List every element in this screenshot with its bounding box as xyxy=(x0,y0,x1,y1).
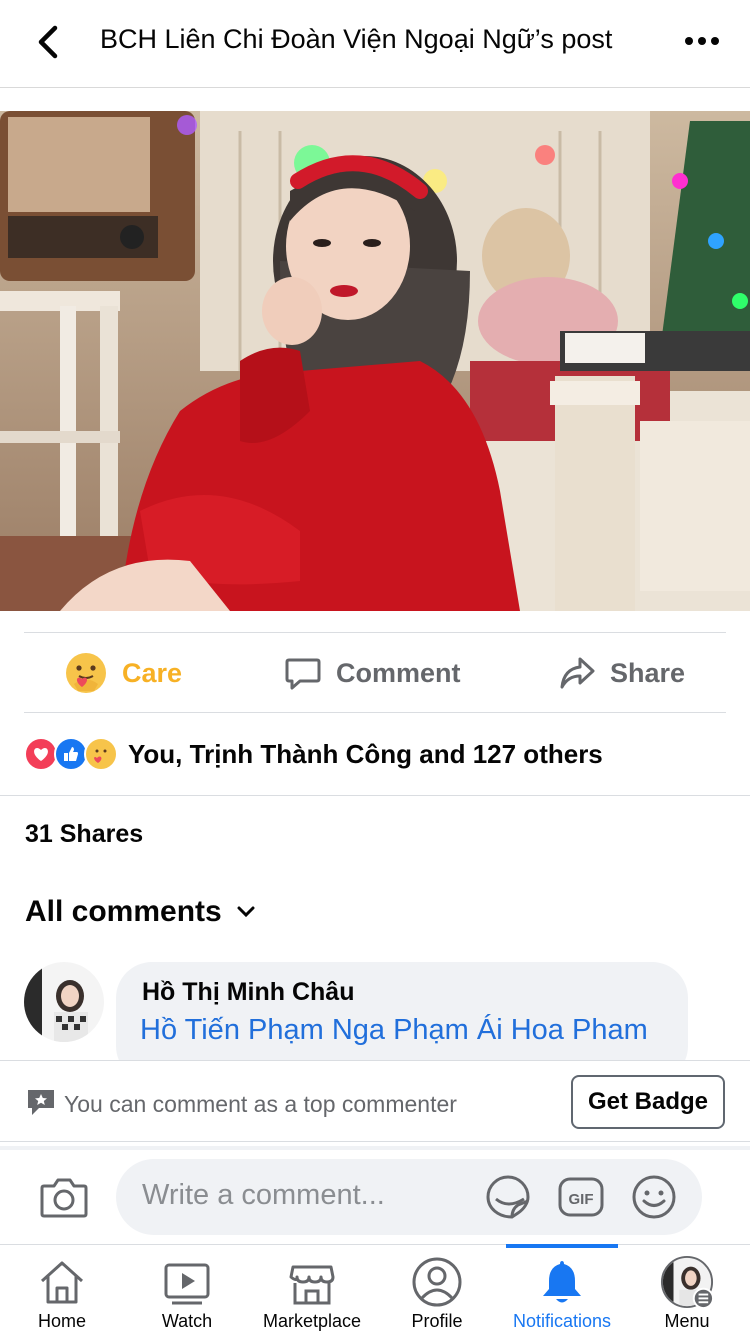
care-reaction-icon xyxy=(84,737,118,771)
emoji-icon xyxy=(632,1175,676,1219)
love-reaction-icon xyxy=(24,737,58,771)
tab-notifications-label: Notifications xyxy=(512,1311,612,1331)
comment-star-icon xyxy=(28,1090,54,1115)
watch-icon xyxy=(160,1255,214,1309)
care-reaction-button[interactable]: Care xyxy=(64,634,182,712)
post-photo[interactable] xyxy=(0,111,750,611)
tab-watch[interactable]: Watch xyxy=(150,1245,224,1334)
tab-watch-label: Watch xyxy=(161,1311,213,1331)
emoji-button[interactable] xyxy=(630,1173,678,1221)
tab-notifications[interactable]: Notifications xyxy=(500,1245,624,1334)
tab-marketplace-label: Marketplace xyxy=(262,1311,362,1331)
chevron-left-icon xyxy=(38,25,58,59)
tab-profile-label: Profile xyxy=(411,1311,463,1331)
comment-label: Comment xyxy=(336,657,461,688)
top-commenter-text: You can comment as a top commenter xyxy=(64,1091,457,1117)
photo-image xyxy=(0,111,750,611)
share-icon xyxy=(560,657,595,689)
sticker-icon xyxy=(486,1175,530,1219)
shares-count[interactable]: 31 Shares xyxy=(25,820,143,849)
gif-icon: GIF xyxy=(558,1177,604,1217)
post-actions: Care Comment Share xyxy=(0,634,750,712)
home-icon xyxy=(35,1255,89,1309)
share-button[interactable]: Share xyxy=(558,634,685,712)
comment-button[interactable]: Comment xyxy=(284,634,461,712)
chevron-down-icon xyxy=(237,906,255,918)
care-emoji-icon xyxy=(66,653,106,693)
bell-icon xyxy=(535,1255,589,1309)
gif-button[interactable]: GIF xyxy=(557,1173,605,1221)
share-label: Share xyxy=(610,657,686,688)
reactions-text: You, Trịnh Thành Công and 127 others xyxy=(128,738,603,769)
divider xyxy=(24,632,726,633)
active-tab-indicator xyxy=(506,1244,618,1248)
comment-composer: Write a comment... GIF xyxy=(0,1146,750,1244)
camera-button[interactable] xyxy=(38,1172,90,1224)
comment-author[interactable]: Hồ Thị Minh Châu xyxy=(142,978,354,1007)
comments-filter[interactable]: All comments xyxy=(25,895,256,929)
comment-avatar[interactable] xyxy=(24,962,104,1042)
comment-tagged-names[interactable]: Hồ Tiến Phạm Nga Phạm Ái Hoa Pham xyxy=(140,1014,648,1047)
tab-menu-label: Menu xyxy=(664,1311,710,1331)
page-title: BCH Liên Chi Đoàn Viện Ngoại Ngữ’s post xyxy=(100,24,613,54)
camera-icon xyxy=(40,1178,88,1218)
comment-input[interactable]: Write a comment... GIF xyxy=(116,1159,702,1235)
more-options-button[interactable] xyxy=(678,26,726,56)
get-badge-button[interactable]: Get Badge xyxy=(571,1075,725,1129)
tab-menu[interactable]: Menu xyxy=(656,1245,718,1334)
like-reaction-icon xyxy=(54,737,88,771)
tab-profile[interactable]: Profile xyxy=(404,1245,470,1334)
tab-home[interactable]: Home xyxy=(24,1245,100,1334)
tab-marketplace[interactable]: Marketplace xyxy=(254,1245,370,1334)
menu-avatar-icon xyxy=(660,1255,714,1309)
sticker-button[interactable] xyxy=(484,1173,532,1221)
bottom-tab-bar: Home Watch Marketplace Profile Notificat… xyxy=(0,1244,750,1334)
top-bar: BCH Liên Chi Đoàn Viện Ngoại Ngữ’s post xyxy=(0,0,750,88)
comment-input-placeholder: Write a comment... xyxy=(142,1179,385,1211)
divider xyxy=(0,795,750,796)
reactions-summary[interactable]: You, Trịnh Thành Công and 127 others xyxy=(24,734,603,774)
care-label: Care xyxy=(122,657,183,688)
svg-text:GIF: GIF xyxy=(569,1191,594,1208)
comment-icon xyxy=(285,658,321,690)
marketplace-icon xyxy=(285,1255,339,1309)
back-button[interactable] xyxy=(28,22,68,62)
comments-filter-label: All comments xyxy=(25,895,222,928)
divider xyxy=(24,712,726,713)
profile-icon xyxy=(410,1255,464,1309)
tab-home-label: Home xyxy=(37,1311,86,1331)
more-horizontal-icon xyxy=(685,37,719,45)
top-commenter-bar: You can comment as a top commenter Get B… xyxy=(0,1060,750,1142)
